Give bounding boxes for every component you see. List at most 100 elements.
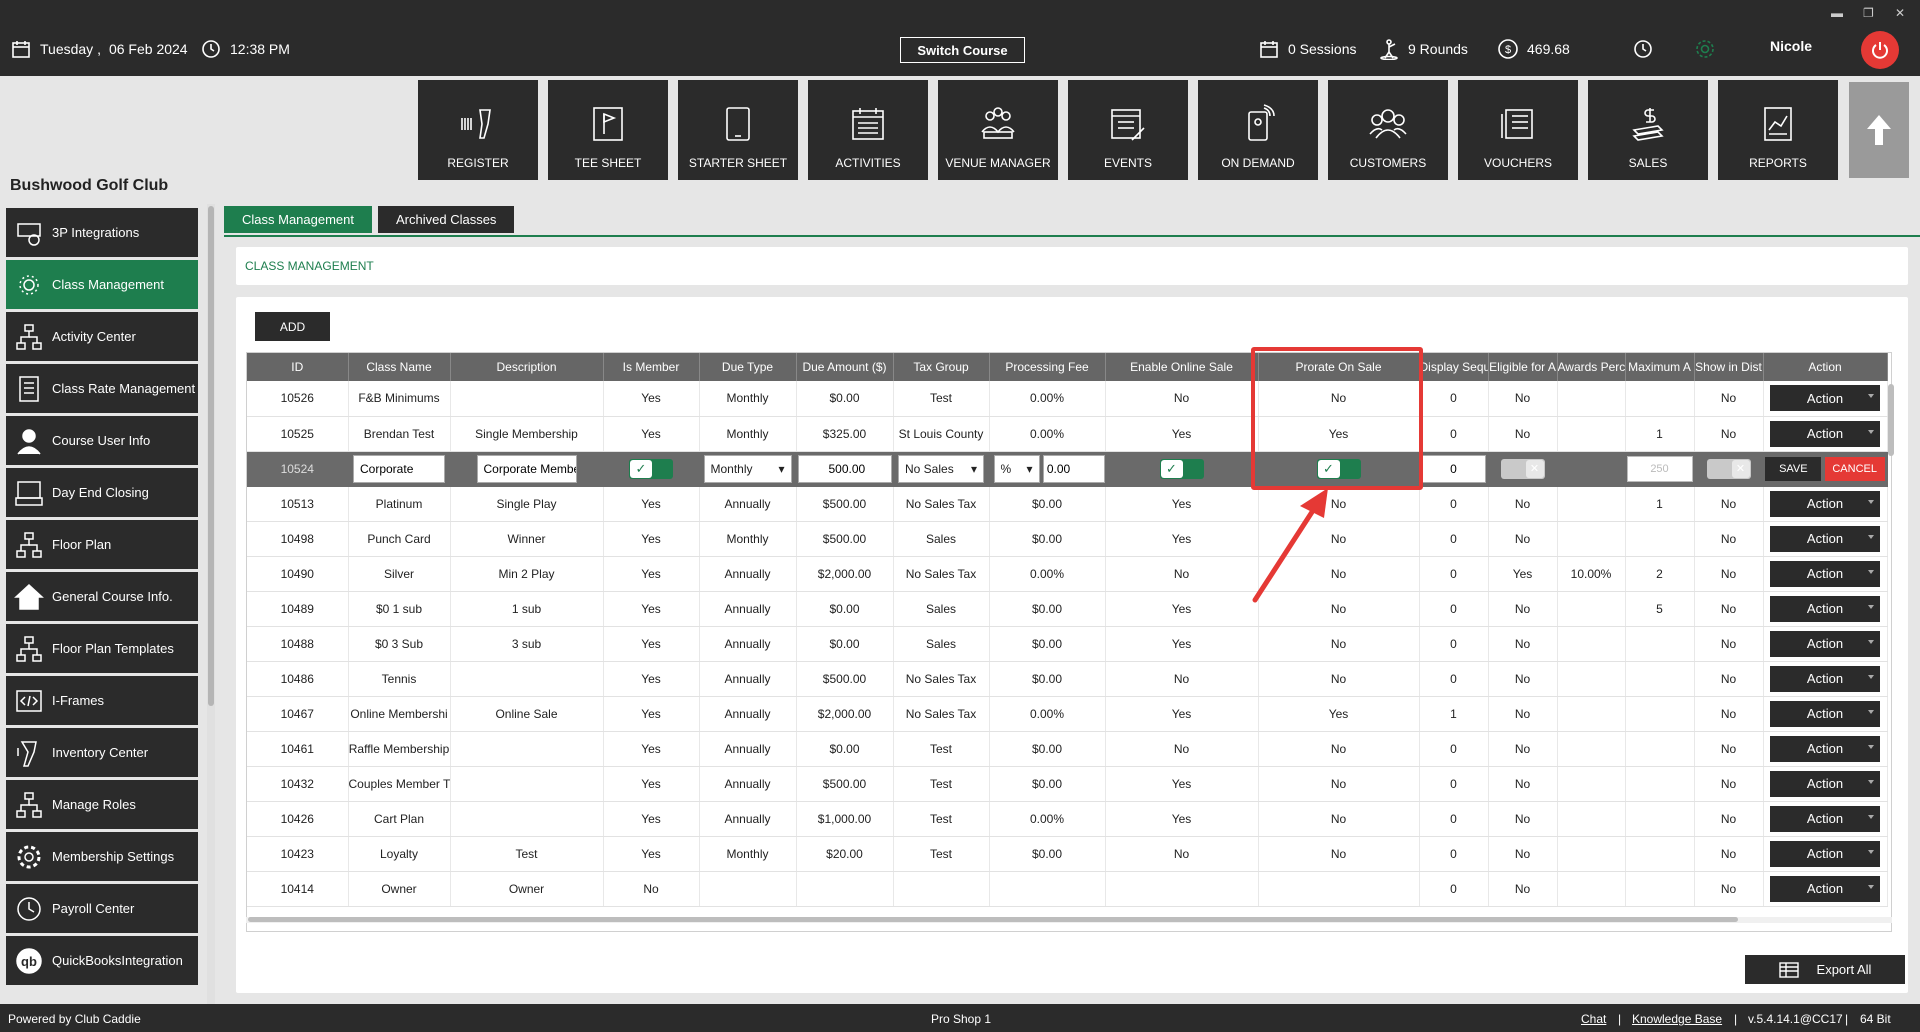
fee-value-input[interactable] bbox=[1042, 454, 1104, 483]
action-dropdown[interactable]: Action bbox=[1770, 805, 1880, 832]
sidebar-item-day-end-closing[interactable]: Day End Closing bbox=[6, 468, 198, 517]
nav-reports[interactable]: REPORTS bbox=[1718, 80, 1838, 180]
cancel-button[interactable]: CANCEL bbox=[1824, 456, 1885, 481]
action-dropdown[interactable]: Action bbox=[1770, 420, 1880, 447]
user-name[interactable]: Nicole bbox=[1770, 38, 1812, 54]
grid-vertical-scroll-thumb[interactable] bbox=[1888, 384, 1894, 456]
column-header[interactable]: Show in Dist bbox=[1694, 353, 1764, 381]
table-row[interactable]: 10513 Platinum Single Play Yes Annually $500.… bbox=[247, 486, 1888, 522]
nav-customers[interactable]: CUSTOMERS bbox=[1328, 80, 1448, 180]
column-header[interactable]: Description bbox=[450, 353, 604, 381]
nav-events[interactable]: EVENTS bbox=[1068, 80, 1188, 180]
grid-hscroll-thumb[interactable] bbox=[248, 917, 1738, 922]
tab-archived-classes[interactable]: Archived Classes bbox=[378, 206, 515, 233]
table-row[interactable]: 10426 Cart Plan Yes Annually $1,000.00 Test 0.… bbox=[247, 801, 1888, 837]
sidebar-item-membership-settings[interactable]: Membership Settings bbox=[6, 832, 198, 881]
sessions-display[interactable]: 0 Sessions bbox=[1258, 38, 1356, 60]
table-row[interactable]: 10498 Punch Card Winner Yes Monthly $500.00 Sa… bbox=[247, 521, 1888, 557]
add-button[interactable]: ADD bbox=[255, 312, 330, 341]
close-icon[interactable]: ✕ bbox=[1895, 6, 1905, 20]
column-header[interactable]: ID bbox=[247, 353, 349, 381]
table-row[interactable]: 10526 F&B Minimums Yes Monthly $0.00 Test 0.00… bbox=[247, 381, 1888, 417]
column-header[interactable]: Due Amount ($) bbox=[796, 353, 894, 381]
sidebar-item-class-rate-management[interactable]: Class Rate Management bbox=[6, 364, 198, 413]
class-name-input[interactable] bbox=[353, 454, 445, 483]
nav-starter-sheet[interactable]: STARTER SHEET bbox=[678, 80, 798, 180]
fee-unit-select[interactable]: % ▾ bbox=[993, 454, 1040, 483]
column-header[interactable]: Enable Online Sale bbox=[1105, 353, 1259, 381]
power-button[interactable] bbox=[1861, 31, 1899, 69]
show-in-dist-toggle[interactable]: ✕ bbox=[1706, 458, 1751, 479]
sidebar-item-class-management[interactable]: Class Management bbox=[6, 260, 198, 309]
nav-register[interactable]: REGISTER bbox=[418, 80, 538, 180]
column-header[interactable]: Awards Perce bbox=[1557, 353, 1626, 381]
chat-link[interactable]: Chat bbox=[1581, 1012, 1606, 1026]
sidebar-item-quickbooks-integration[interactable]: qb QuickBooksIntegration bbox=[6, 936, 198, 985]
table-row[interactable]: 10489 $0 1 sub 1 sub Yes Annually $0.00 Sales $… bbox=[247, 591, 1888, 627]
sidebar-item-course-user-info[interactable]: Course User Info bbox=[6, 416, 198, 465]
table-row[interactable]: 10461 Raffle Membership Yes Annually $0.00 Te… bbox=[247, 731, 1888, 767]
action-dropdown[interactable]: Action bbox=[1770, 385, 1880, 412]
nav-vouchers[interactable]: VOUCHERS bbox=[1458, 80, 1578, 180]
nav-venue-manager[interactable]: VENUE MANAGER bbox=[938, 80, 1058, 180]
balance-display[interactable]: $ 469.68 bbox=[1497, 38, 1570, 60]
action-dropdown[interactable]: Action bbox=[1770, 525, 1880, 552]
action-dropdown[interactable]: Action bbox=[1770, 665, 1880, 692]
column-header[interactable]: Class Name bbox=[348, 353, 451, 381]
tax-group-select[interactable]: No Sales ▾ bbox=[898, 454, 984, 483]
sidebar-item-payroll-center[interactable]: Payroll Center bbox=[6, 884, 198, 933]
settings-display[interactable] bbox=[1694, 38, 1716, 60]
action-dropdown[interactable]: Action bbox=[1770, 560, 1880, 587]
table-row[interactable]: 10490 Silver Min 2 Play Yes Annually $2,000.0… bbox=[247, 556, 1888, 592]
action-dropdown[interactable]: Action bbox=[1770, 840, 1880, 867]
column-header[interactable]: Due Type bbox=[699, 353, 797, 381]
sidebar-item-floor-plan-templates[interactable]: Floor Plan Templates bbox=[6, 624, 198, 673]
column-header[interactable]: Processing Fee bbox=[989, 353, 1106, 381]
action-dropdown[interactable]: Action bbox=[1770, 490, 1880, 517]
restore-icon[interactable]: ❐ bbox=[1863, 6, 1874, 20]
display-sequence-input[interactable] bbox=[1421, 454, 1486, 483]
description-input[interactable] bbox=[476, 454, 577, 483]
action-dropdown[interactable]: Action bbox=[1770, 595, 1880, 622]
column-header[interactable]: Maximum A bbox=[1625, 353, 1695, 381]
sidebar-item-inventory-center[interactable]: Inventory Center bbox=[6, 728, 198, 777]
nav-tee-sheet[interactable]: TEE SHEET bbox=[548, 80, 668, 180]
nav-sales[interactable]: SALES bbox=[1588, 80, 1708, 180]
sidebar-item-floor-plan[interactable]: Floor Plan bbox=[6, 520, 198, 569]
table-row[interactable]: 10432 Couples Member T Yes Annually $500.00 T… bbox=[247, 766, 1888, 802]
table-row[interactable]: 10414 Owner Owner No 0 No No Action bbox=[247, 871, 1888, 907]
sidebar-scroll-thumb[interactable] bbox=[208, 206, 214, 706]
knowledge-base-link[interactable]: Knowledge Base bbox=[1632, 1012, 1722, 1026]
grid-horizontal-scrollbar[interactable] bbox=[246, 917, 1892, 923]
table-row[interactable]: 10525 Brendan Test Single Membership Yes Mon… bbox=[247, 416, 1888, 452]
nav-on-demand[interactable]: ON DEMAND bbox=[1198, 80, 1318, 180]
is-member-toggle[interactable]: ✓ bbox=[629, 458, 673, 479]
eligible-awards-toggle[interactable]: ✕ bbox=[1500, 458, 1545, 479]
rounds-display[interactable]: 9 Rounds bbox=[1378, 38, 1468, 60]
export-all-button[interactable]: Export All bbox=[1745, 955, 1905, 984]
action-dropdown[interactable]: Action bbox=[1770, 875, 1880, 902]
sidebar-item-general-course-info[interactable]: General Course Info. bbox=[6, 572, 198, 621]
minimize-icon[interactable]: ▬ bbox=[1831, 6, 1843, 20]
column-header[interactable]: Eligible for A bbox=[1488, 353, 1558, 381]
enable-online-sale-toggle[interactable]: ✓ bbox=[1159, 458, 1204, 479]
sidebar-item-activity-center[interactable]: Activity Center bbox=[6, 312, 198, 361]
scroll-up-button[interactable] bbox=[1849, 82, 1909, 178]
column-header[interactable]: Tax Group bbox=[893, 353, 990, 381]
switch-course-button[interactable]: Switch Course bbox=[900, 37, 1025, 63]
table-row[interactable]: 10423 Loyalty Test Yes Monthly $20.00 Test $0.0… bbox=[247, 836, 1888, 872]
save-button[interactable]: SAVE bbox=[1765, 456, 1822, 481]
action-dropdown[interactable]: Action bbox=[1770, 735, 1880, 762]
due-amount-input[interactable] bbox=[797, 454, 892, 483]
tab-class-management[interactable]: Class Management bbox=[224, 206, 372, 233]
table-row[interactable]: 10486 Tennis Yes Annually $500.00 No Sales Ta… bbox=[247, 661, 1888, 697]
sidebar-item-3p-integrations[interactable]: 3P Integrations bbox=[6, 208, 198, 257]
sidebar-item-i-frames[interactable]: I-Frames bbox=[6, 676, 198, 725]
due-type-select[interactable]: Monthly ▾ bbox=[703, 454, 792, 483]
action-dropdown[interactable]: Action bbox=[1770, 770, 1880, 797]
sidebar-item-manage-roles[interactable]: Manage Roles bbox=[6, 780, 198, 829]
action-dropdown[interactable]: Action bbox=[1770, 700, 1880, 727]
column-header[interactable]: Action bbox=[1763, 353, 1888, 381]
table-row[interactable]: 10467 Online Membershi Online Sale Yes Annua… bbox=[247, 696, 1888, 732]
history-display[interactable] bbox=[1632, 38, 1654, 60]
